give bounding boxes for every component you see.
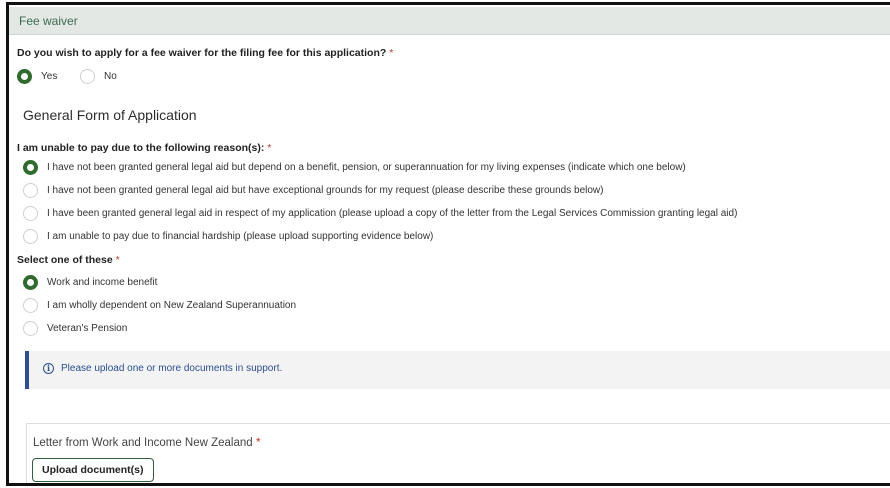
reason-option-benefit-circle[interactable] bbox=[23, 160, 38, 175]
reason-question: I am unable to pay due to the following … bbox=[17, 142, 271, 154]
info-alert: i Please upload one or more documents in… bbox=[25, 351, 890, 389]
select-option-superannuation-label: I am wholly dependent on New Zealand Sup… bbox=[47, 300, 297, 311]
required-marker: * bbox=[115, 254, 120, 266]
select-option-work-income-circle[interactable] bbox=[23, 275, 38, 290]
section-header: Fee waiver bbox=[9, 7, 890, 35]
form-heading: General Form of Application bbox=[23, 107, 197, 123]
radio-no[interactable]: No bbox=[80, 69, 117, 84]
select-option-superannuation-circle[interactable] bbox=[23, 298, 38, 313]
reason-option-benefit-label: I have not been granted general legal ai… bbox=[47, 162, 686, 173]
reason-option-benefit[interactable]: I have not been granted general legal ai… bbox=[23, 160, 686, 175]
info-icon: i bbox=[43, 363, 54, 374]
select-option-veteran[interactable]: Veteran's Pension bbox=[23, 321, 127, 336]
fee-waiver-question: Do you wish to apply for a fee waiver fo… bbox=[17, 47, 393, 59]
select-option-work-income[interactable]: Work and income benefit bbox=[23, 275, 157, 290]
radio-yes[interactable]: Yes bbox=[17, 69, 57, 84]
radio-yes-circle[interactable] bbox=[17, 69, 32, 84]
radio-no-label: No bbox=[104, 71, 117, 82]
reason-question-label: I am unable to pay due to the following … bbox=[17, 142, 265, 154]
upload-panel: Letter from Work and Income New Zealand … bbox=[26, 423, 890, 483]
reason-option-legal-aid-label: I have been granted general legal aid in… bbox=[47, 208, 738, 219]
select-option-superannuation[interactable]: I am wholly dependent on New Zealand Sup… bbox=[23, 298, 296, 313]
section-title: Fee waiver bbox=[19, 14, 78, 28]
required-marker: * bbox=[255, 435, 261, 449]
upload-document-button[interactable]: Upload document(s) bbox=[32, 458, 154, 482]
fee-waiver-question-label: Do you wish to apply for a fee waiver fo… bbox=[17, 47, 387, 59]
reason-option-hardship[interactable]: I am unable to pay due to financial hard… bbox=[23, 229, 433, 244]
select-option-veteran-circle[interactable] bbox=[23, 321, 38, 336]
reason-option-exceptional-label: I have not been granted general legal ai… bbox=[47, 185, 604, 196]
reason-option-hardship-label: I am unable to pay due to financial hard… bbox=[47, 231, 434, 242]
required-marker: * bbox=[389, 47, 394, 59]
reason-option-exceptional[interactable]: I have not been granted general legal ai… bbox=[23, 183, 603, 198]
radio-no-circle[interactable] bbox=[80, 69, 95, 84]
reason-option-legal-aid[interactable]: I have been granted general legal aid in… bbox=[23, 206, 737, 221]
reason-option-hardship-circle[interactable] bbox=[23, 229, 38, 244]
upload-label: Letter from Work and Income New Zealand … bbox=[33, 435, 261, 449]
required-marker: * bbox=[267, 142, 272, 154]
select-question: Select one of these * bbox=[17, 254, 120, 266]
form-frame: Fee waiver Do you wish to apply for a fe… bbox=[6, 2, 890, 486]
reason-option-exceptional-circle[interactable] bbox=[23, 183, 38, 198]
upload-label-text: Letter from Work and Income New Zealand bbox=[33, 437, 253, 449]
radio-yes-label: Yes bbox=[41, 71, 58, 82]
reason-option-legal-aid-circle[interactable] bbox=[23, 206, 38, 221]
select-question-label: Select one of these bbox=[17, 254, 113, 266]
select-option-veteran-label: Veteran's Pension bbox=[47, 323, 128, 334]
select-option-work-income-label: Work and income benefit bbox=[47, 277, 158, 288]
info-text: Please upload one or more documents in s… bbox=[61, 363, 283, 374]
